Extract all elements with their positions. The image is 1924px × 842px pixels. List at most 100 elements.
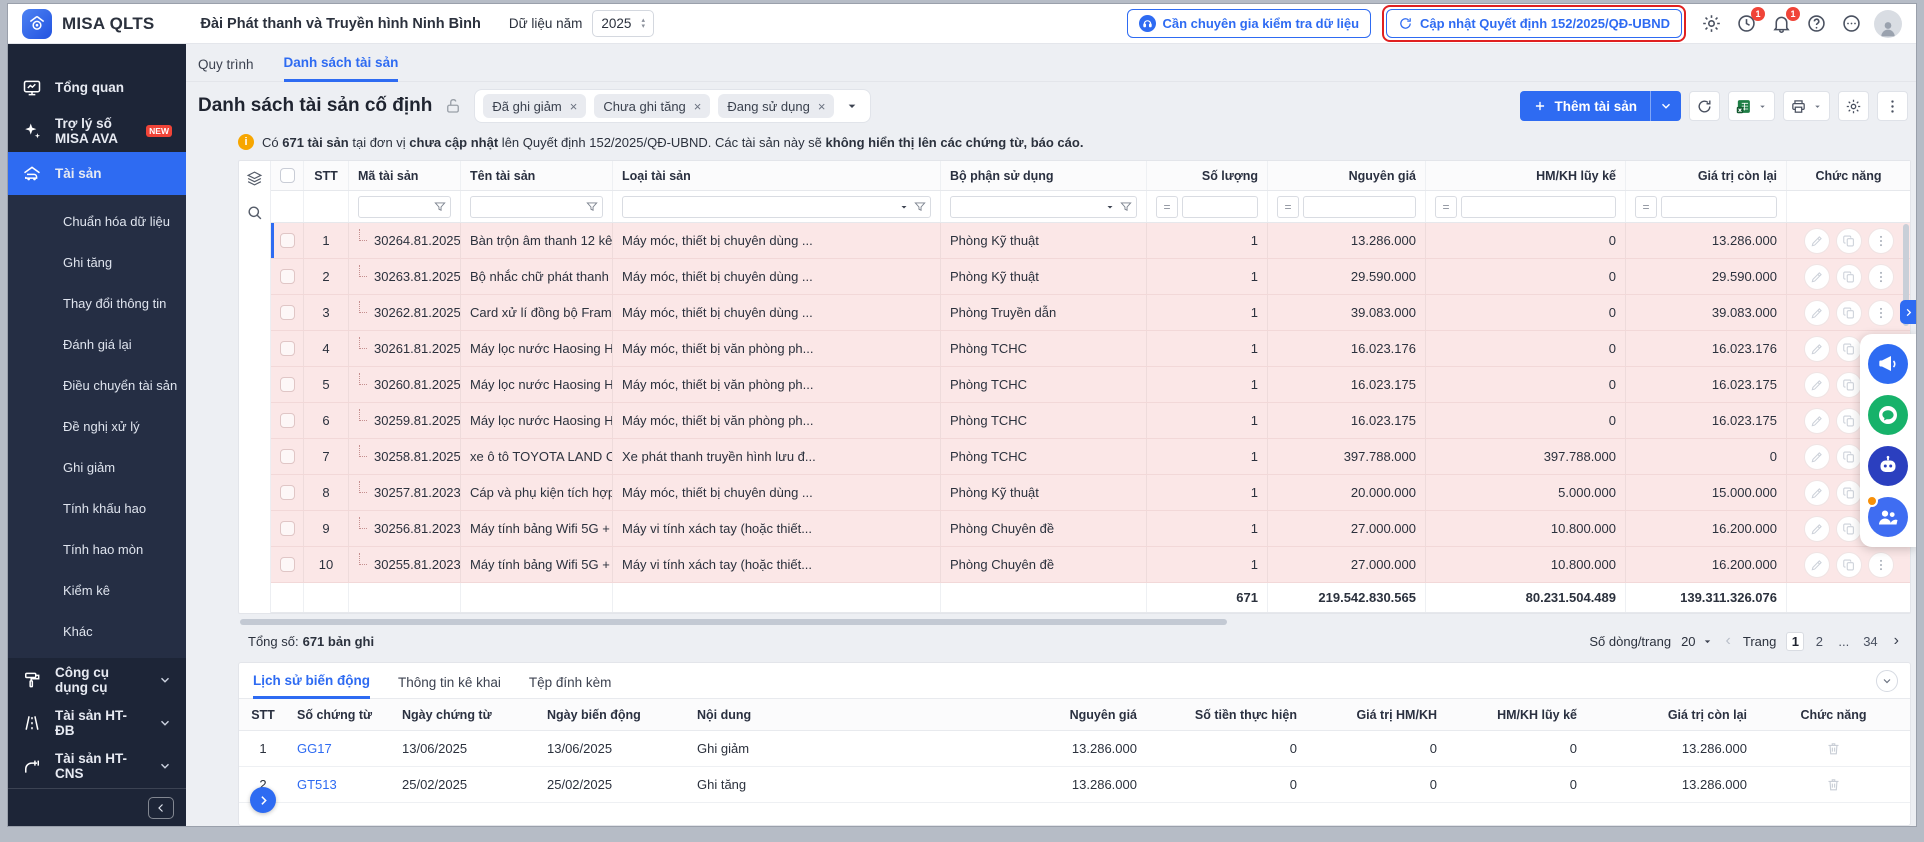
chip-remove-icon[interactable]: × <box>818 99 826 114</box>
filter-operator-equals[interactable]: = <box>1277 196 1299 218</box>
add-asset-button[interactable]: Thêm tài sản <box>1520 91 1681 121</box>
sidebar-subitem-kiểm-kê[interactable]: Kiểm kê <box>8 570 186 611</box>
edit-button[interactable] <box>1804 228 1830 254</box>
table-row[interactable]: 730258.81.2025xe ô tô TOYOTA LAND CRUISE… <box>271 439 1910 475</box>
page-number[interactable]: 34 <box>1859 633 1881 650</box>
row-checkbox[interactable] <box>280 233 295 248</box>
more-button[interactable] <box>1841 13 1863 35</box>
duplicate-button[interactable] <box>1836 228 1862 254</box>
row-checkbox[interactable] <box>280 413 295 428</box>
bot-widget[interactable] <box>1868 446 1908 486</box>
bell-button[interactable]: 1 <box>1771 13 1793 35</box>
page-number[interactable]: ... <box>1834 633 1853 650</box>
page-number[interactable]: 1 <box>1786 632 1804 651</box>
filter-chip[interactable]: Chưa ghi tăng× <box>594 94 710 118</box>
chip-remove-icon[interactable]: × <box>570 99 578 114</box>
trash-icon[interactable] <box>1826 777 1841 792</box>
sidebar-item-tài-sản-ht-cns[interactable]: Tài sản HT-CNS <box>8 744 186 787</box>
prev-page-button[interactable]: ‹ <box>1724 632 1733 650</box>
document-link[interactable]: GT513 <box>297 777 337 792</box>
duplicate-button[interactable] <box>1836 552 1862 578</box>
row-checkbox[interactable] <box>280 305 295 320</box>
update-decision-button[interactable]: Cập nhật Quyết định 152/2025/QĐ-UBND <box>1386 9 1682 38</box>
misa-logo[interactable] <box>22 9 52 39</box>
history-tab[interactable]: Thông tin kê khai <box>398 675 501 698</box>
question-button[interactable] <box>1806 13 1828 35</box>
table-row[interactable]: 130264.81.2025Bàn trộn âm thanh 12 kênh … <box>271 223 1910 259</box>
sidebar-item-tổng-quan[interactable]: Tổng quan <box>8 66 186 109</box>
edit-button[interactable] <box>1804 300 1830 326</box>
duplicate-button[interactable] <box>1836 300 1862 326</box>
column-filter-input[interactable] <box>1182 196 1258 218</box>
avatar[interactable] <box>1874 10 1902 38</box>
layers-icon[interactable] <box>246 170 263 187</box>
history-tab[interactable]: Lịch sử biến động <box>253 673 370 699</box>
sidebar-subitem-thay-đổi-thông-tin[interactable]: Thay đổi thông tin <box>8 283 186 324</box>
export-excel-button[interactable] <box>1728 91 1775 121</box>
table-row[interactable]: 230263.81.2025Bộ nhắc chữ phát thanh viê… <box>271 259 1910 295</box>
sidebar-subitem-tính-khấu-hao[interactable]: Tính khấu hao <box>8 488 186 529</box>
funnel-icon[interactable] <box>913 200 927 214</box>
clock-button[interactable]: 1 <box>1736 13 1758 35</box>
filter-dropdown-icon[interactable] <box>1104 201 1116 213</box>
horizontal-scrollbar-thumb[interactable] <box>240 619 1227 625</box>
megaphone-widget[interactable] <box>1868 344 1908 384</box>
history-row[interactable]: 1GG1713/06/202513/06/2025Ghi giảm13.286.… <box>239 731 1910 767</box>
tab-quy-trinh[interactable]: Quy trình <box>198 57 254 81</box>
sidebar-subitem-ghi-giảm[interactable]: Ghi giảm <box>8 447 186 488</box>
column-filter-input[interactable] <box>1461 196 1616 218</box>
chip-dropdown-icon[interactable] <box>844 98 860 114</box>
sidebar-subitem-chuẩn-hóa-dữ-liệu[interactable]: Chuẩn hóa dữ liệu <box>8 201 186 242</box>
filter-dropdown-icon[interactable] <box>898 201 910 213</box>
filter-chip[interactable]: Đang sử dụng× <box>718 94 834 118</box>
column-filter-input[interactable] <box>622 196 931 218</box>
duplicate-button[interactable] <box>1836 480 1862 506</box>
table-row[interactable]: 1030255.81.2023Máy tính bảng Wifi 5G + b… <box>271 547 1910 583</box>
row-checkbox[interactable] <box>280 521 295 536</box>
table-settings-button[interactable] <box>1838 91 1869 121</box>
sidebar-subitem-đánh-giá-lại[interactable]: Đánh giá lại <box>8 324 186 365</box>
search-icon[interactable] <box>246 204 263 221</box>
edit-button[interactable] <box>1804 408 1830 434</box>
row-checkbox[interactable] <box>280 485 295 500</box>
history-row[interactable]: 2GT51325/02/202525/02/2025Ghi tăng13.286… <box>239 767 1910 803</box>
history-tab[interactable]: Tệp đính kèm <box>529 675 612 698</box>
row-more-button[interactable] <box>1868 228 1894 254</box>
column-filter-input[interactable] <box>1661 196 1777 218</box>
edit-button[interactable] <box>1804 264 1830 290</box>
filter-operator-equals[interactable]: = <box>1635 196 1657 218</box>
funnel-icon[interactable] <box>585 200 599 214</box>
duplicate-button[interactable] <box>1836 336 1862 362</box>
edit-button[interactable] <box>1804 480 1830 506</box>
unlock-icon[interactable] <box>444 97 462 115</box>
sidebar-subitem-khác[interactable]: Khác <box>8 611 186 652</box>
sidebar-item-tài-sản-ht-đb[interactable]: Tài sản HT-ĐB <box>8 701 186 744</box>
print-button[interactable] <box>1783 91 1830 121</box>
column-filter-input[interactable] <box>470 196 603 218</box>
edit-button[interactable] <box>1804 516 1830 542</box>
sidebar-item-trợ-lý-số-misa-ava[interactable]: Trợ lý số MISA AVANEW <box>8 109 186 152</box>
filter-chip[interactable]: Đã ghi giảm× <box>483 94 586 118</box>
filter-operator-equals[interactable]: = <box>1156 196 1178 218</box>
row-more-button[interactable] <box>1868 552 1894 578</box>
year-stepper-arrows[interactable]: ▴▾ <box>641 18 645 30</box>
row-checkbox[interactable] <box>280 341 295 356</box>
row-checkbox[interactable] <box>280 557 295 572</box>
row-checkbox[interactable] <box>280 449 295 464</box>
sidebar-collapse-button[interactable] <box>148 797 174 819</box>
table-row[interactable]: 630259.81.2025Máy lọc nước Haosing HM -2… <box>271 403 1910 439</box>
expand-detail-button[interactable] <box>250 787 276 813</box>
sidebar-subitem-tính-hao-mòn[interactable]: Tính hao mòn <box>8 529 186 570</box>
select-all-checkbox[interactable] <box>280 168 295 183</box>
document-link[interactable]: GG17 <box>297 741 332 756</box>
edit-button[interactable] <box>1804 552 1830 578</box>
sidebar-subitem-điều-chuyển-tài-sản[interactable]: Điều chuyển tài sản <box>8 365 186 406</box>
row-more-button[interactable] <box>1868 264 1894 290</box>
table-row[interactable]: 430261.81.2025Máy lọc nước Haosing HM -2… <box>271 331 1910 367</box>
funnel-icon[interactable] <box>433 200 447 214</box>
duplicate-button[interactable] <box>1836 516 1862 542</box>
duplicate-button[interactable] <box>1836 264 1862 290</box>
table-row[interactable]: 330262.81.2025Card xử lí đồng bộ Frame S… <box>271 295 1910 331</box>
chat-widget[interactable] <box>1868 395 1908 435</box>
row-checkbox[interactable] <box>280 269 295 284</box>
